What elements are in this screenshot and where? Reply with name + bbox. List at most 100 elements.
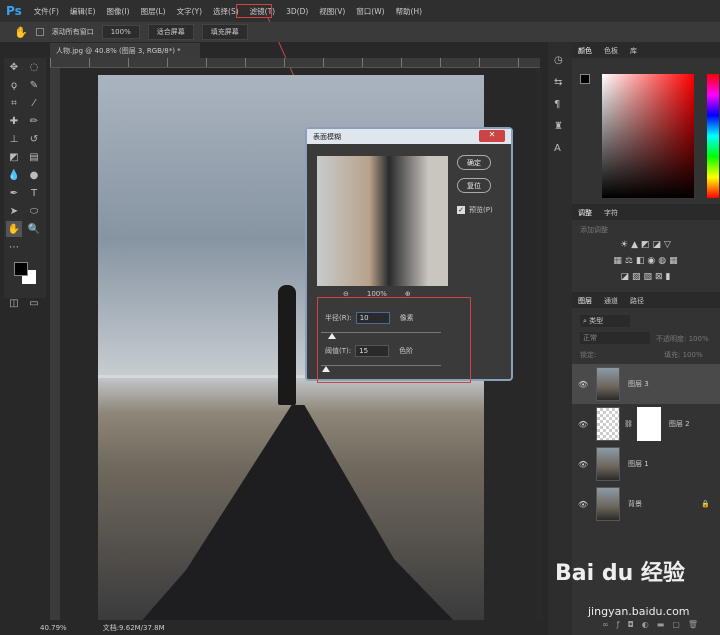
hand-tool-icon[interactable]: ✋ <box>6 221 22 237</box>
tab-adjustments[interactable]: 调整 <box>578 208 592 217</box>
foreground-color[interactable] <box>580 74 590 84</box>
right-panels: 颜色 色板 库 调整 字符 添加调整 ☀▲◩◪▽ ▦⚖◧◉◍▦ ◪▨▧⊠▮ 图层 通… <box>572 42 720 635</box>
baidu-watermark: Bai du 经验 <box>555 561 685 586</box>
screen-mode-icon[interactable]: ▭ <box>26 295 42 311</box>
close-button[interactable]: ✕ <box>479 130 505 142</box>
move-tool-icon[interactable]: ✥ <box>6 59 22 75</box>
layer-row[interactable]: 👁 图层 1 <box>572 444 720 484</box>
zoom-100-button[interactable]: 100% <box>101 25 140 39</box>
layer-name: 背景 <box>628 500 642 508</box>
eye-icon[interactable]: 👁 <box>578 460 588 469</box>
layer-actions-bar[interactable]: ∞ƒ◘◐▬▢🗑 <box>602 620 706 629</box>
pen-tool-icon[interactable]: ✒ <box>6 185 22 201</box>
more-tools-icon[interactable]: ⋯ <box>6 239 22 255</box>
doc-size: 文档:9.62M/37.8M <box>102 623 165 632</box>
layer-name: 图层 3 <box>628 380 649 388</box>
lock-label: 锁定: <box>580 351 597 359</box>
color-panel-tabs: 颜色 色板 库 <box>572 42 720 58</box>
layer-name: 图层 1 <box>628 460 649 468</box>
adjustment-icons[interactable]: ☀▲◩◪▽ ▦⚖◧◉◍▦ ◪▨▧⊠▮ <box>597 237 697 285</box>
tab-channels[interactable]: 通道 <box>604 296 618 305</box>
marquee-tool-icon[interactable]: ◌ <box>26 59 42 75</box>
layer-mask-thumbnail[interactable] <box>636 407 661 441</box>
zoom-tool-icon[interactable]: 🔍 <box>26 221 42 237</box>
scroll-all-label: 滚动所有窗口 <box>51 28 94 36</box>
properties-icon[interactable]: ⇆ <box>554 72 566 94</box>
options-bar: ✋ 滚动所有窗口 100% 适合屏幕 填充屏幕 <box>0 22 720 42</box>
tab-character[interactable]: 字符 <box>604 208 618 217</box>
opacity-value[interactable]: 100% <box>689 335 709 343</box>
gradient-icon[interactable]: ▤ <box>26 149 42 165</box>
history-brush-icon[interactable]: ↺ <box>26 131 42 147</box>
preview-label: 预览(P) <box>469 206 493 214</box>
fill-control[interactable]: 填充: 100% <box>664 350 703 360</box>
vertical-ruler <box>50 68 60 620</box>
preview-image[interactable] <box>317 156 448 286</box>
eye-icon[interactable]: 👁 <box>578 500 588 509</box>
parameters-highlight <box>317 297 471 383</box>
layers-panel-tabs: 图层 通道 路径 <box>572 292 720 308</box>
link-icon: ⛓ <box>624 420 633 428</box>
quick-mask-icon[interactable]: ◫ <box>6 295 22 311</box>
layer-thumbnail <box>596 487 620 521</box>
opacity-control[interactable]: 不透明度: 100% <box>656 334 709 344</box>
tab-color[interactable]: 颜色 <box>578 46 592 55</box>
eye-icon[interactable]: 👁 <box>578 380 588 389</box>
layer-thumbnail <box>596 407 620 441</box>
layer-row[interactable]: 👁 背景 🔒 <box>572 484 720 524</box>
canvas-scrollbar[interactable] <box>536 68 542 620</box>
horizontal-ruler <box>50 58 540 68</box>
layer-row[interactable]: 👁 图层 3 <box>572 364 720 404</box>
healing-brush-icon[interactable]: ✚ <box>6 113 22 129</box>
eraser-icon[interactable]: ◩ <box>6 149 22 165</box>
layer-row[interactable]: 👁 ⛓ 图层 2 <box>572 404 720 444</box>
brush-presets-icon[interactable]: ♜ <box>554 116 566 138</box>
shape-tool-icon[interactable]: ⬭ <box>26 203 42 219</box>
blur-tool-icon[interactable]: 💧 <box>6 167 22 183</box>
filter-kind: 类型 <box>589 317 604 325</box>
layer-thumbnail <box>596 447 620 481</box>
tab-libraries[interactable]: 库 <box>630 46 637 55</box>
brush-tool-icon[interactable]: ✏ <box>26 113 42 129</box>
ok-button[interactable]: 确定 <box>457 155 491 170</box>
eyedropper-icon[interactable]: ⁄ <box>26 95 42 111</box>
dialog-title-bar: 表面模糊 ✕ <box>307 129 511 144</box>
tab-layers[interactable]: 图层 <box>578 296 592 305</box>
status-bar: 40.79% 文档:9.62M/37.8M <box>40 620 540 635</box>
tab-paths[interactable]: 路径 <box>630 296 644 305</box>
blend-mode-select[interactable]: 正常 <box>580 332 650 344</box>
adjust-panel-tabs: 调整 字符 <box>572 204 720 220</box>
layer-name: 图层 2 <box>668 420 690 428</box>
fill-value[interactable]: 100% <box>683 351 703 359</box>
reset-button[interactable]: 复位 <box>457 178 491 193</box>
quick-select-icon[interactable]: ✎ <box>26 77 42 93</box>
crop-tool-icon[interactable]: ⌗ <box>6 95 22 111</box>
type-tool-icon[interactable]: T <box>26 185 42 201</box>
dialog-title: 表面模糊 <box>313 133 341 141</box>
fill-label: 填充: <box>664 351 681 359</box>
history-icon[interactable]: ◷ <box>554 50 566 72</box>
preview-checkbox[interactable]: ✓ <box>457 206 465 214</box>
paragraph-icon[interactable]: ¶ <box>554 94 566 116</box>
fill-screen-button[interactable]: 填充屏幕 <box>201 24 248 40</box>
path-select-icon[interactable]: ➤ <box>6 203 22 219</box>
panel-icon-strip: ◷ ⇆ ¶ ♜ A <box>548 42 572 635</box>
dress-train <box>138 405 458 620</box>
opacity-label: 不透明度: <box>656 335 687 343</box>
eye-icon[interactable]: 👁 <box>578 420 588 429</box>
hand-tool-icon: ✋ <box>14 25 28 39</box>
color-swatches[interactable] <box>12 260 38 290</box>
clone-stamp-icon[interactable]: ⊥ <box>6 131 22 147</box>
dodge-tool-icon[interactable]: ● <box>26 167 42 183</box>
zoom-readout[interactable]: 40.79% <box>40 624 67 632</box>
scroll-all-checkbox[interactable] <box>35 28 44 36</box>
fit-screen-button[interactable]: 适合屏幕 <box>147 24 194 40</box>
lasso-tool-icon[interactable]: ϙ <box>6 77 22 93</box>
layer-filter-select[interactable]: ⌕ 类型 <box>580 315 630 327</box>
model-figure <box>278 285 296 405</box>
tab-swatches[interactable]: 色板 <box>604 46 618 55</box>
document-tab[interactable]: 人物.jpg @ 40.8% (图层 3, RGB/8*) * <box>50 43 200 58</box>
color-picker-field[interactable] <box>602 74 694 198</box>
hue-slider[interactable] <box>707 74 719 198</box>
character-icon[interactable]: A <box>554 138 566 160</box>
